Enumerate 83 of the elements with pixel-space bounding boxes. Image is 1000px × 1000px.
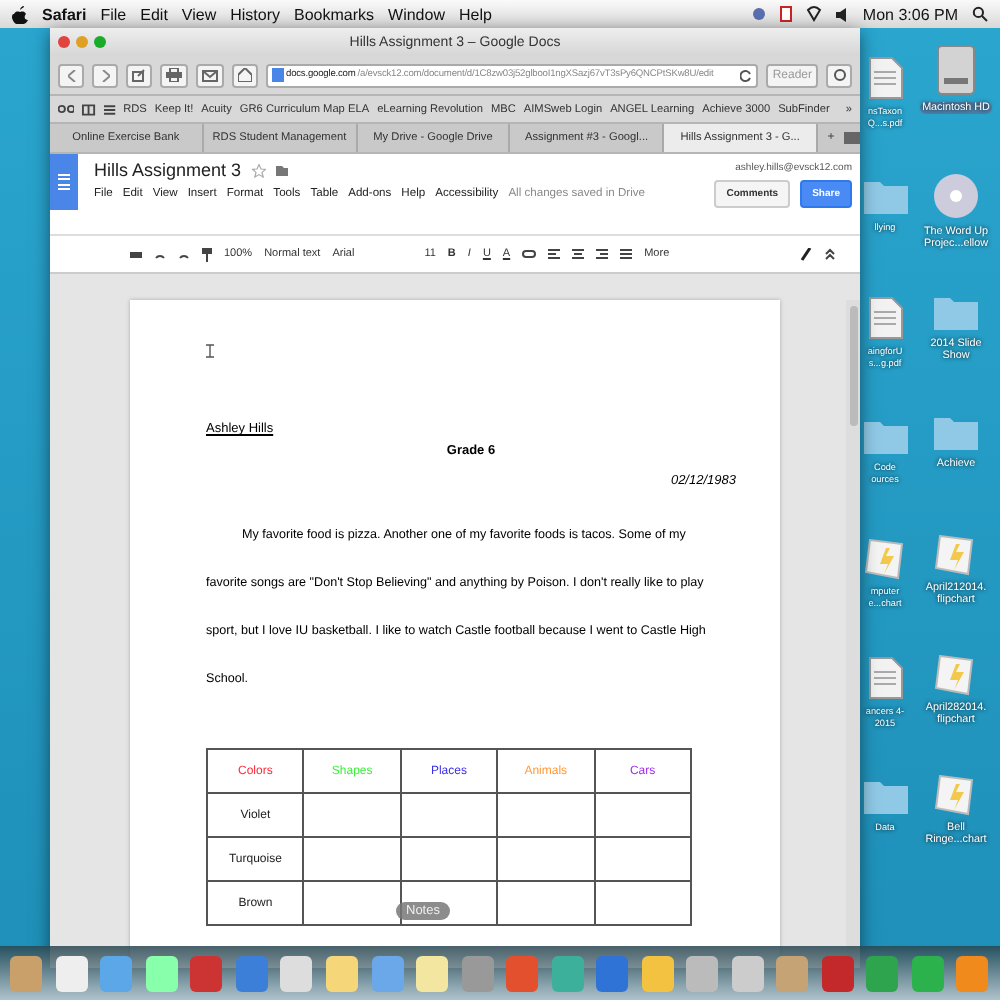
document-icon — [867, 56, 903, 100]
folder-icon — [861, 416, 909, 456]
hard-drive-icon — [934, 44, 978, 96]
document-icon — [867, 296, 903, 340]
collapse-icon — [824, 248, 836, 260]
share-button[interactable] — [126, 63, 152, 87]
folder-icon — [932, 292, 980, 332]
menu-item[interactable]: Safari — [42, 5, 87, 23]
app-icon — [233, 953, 270, 993]
back-button[interactable] — [58, 63, 84, 87]
zoom-button[interactable] — [94, 36, 106, 48]
app-icon — [369, 953, 406, 993]
app-icon — [98, 953, 135, 993]
app-icon — [323, 953, 360, 993]
search-icon — [972, 6, 988, 22]
volume-icon — [836, 7, 849, 21]
document-title[interactable]: Hills Assignment 3 — [94, 160, 242, 180]
forward-icon — [101, 69, 109, 81]
pencil-icon — [800, 247, 812, 261]
align-center-icon — [572, 248, 585, 260]
scroll-thumb[interactable] — [849, 306, 857, 426]
app-icon — [729, 953, 766, 993]
app-icon — [143, 953, 180, 993]
app-icon — [774, 953, 811, 993]
back-icon — [67, 69, 75, 81]
app-icon — [684, 953, 721, 993]
link-icon — [522, 250, 537, 258]
disc-icon — [932, 172, 980, 220]
app-icon — [594, 953, 631, 993]
app-icon — [954, 953, 991, 993]
downloads-button[interactable] — [826, 63, 852, 87]
paint-format-icon — [202, 247, 212, 261]
folder-icon — [275, 164, 288, 176]
minimize-button[interactable] — [76, 36, 88, 48]
menu-item[interactable]: Help — [458, 5, 492, 23]
app-icon — [864, 953, 901, 993]
docs-favicon-icon — [272, 68, 284, 82]
menu-item[interactable]: Edit — [140, 5, 168, 23]
book-icon — [82, 103, 96, 115]
app-icon — [504, 953, 541, 993]
align-right-icon — [596, 248, 609, 260]
text-cursor-icon — [206, 344, 214, 358]
app-icon — [549, 953, 586, 993]
flipchart-icon — [934, 652, 978, 696]
apple-logo-icon — [12, 5, 28, 23]
envelope-icon — [202, 69, 218, 81]
close-button[interactable] — [58, 36, 70, 48]
list-icon — [103, 103, 116, 115]
app-icon — [278, 953, 315, 993]
document-icon — [867, 656, 903, 700]
app-icon — [459, 953, 496, 993]
share-icon — [132, 68, 146, 82]
menu-item[interactable]: Window — [388, 5, 445, 23]
justify-icon — [620, 248, 633, 260]
forward-button[interactable] — [92, 63, 118, 87]
star-icon — [251, 163, 266, 177]
flipchart-icon — [934, 532, 978, 576]
app-icon — [819, 953, 856, 993]
mail-button[interactable] — [196, 63, 224, 87]
home-button[interactable] — [232, 63, 258, 87]
menu-item[interactable]: History — [230, 5, 281, 23]
app-icon — [8, 953, 45, 993]
app-icon — [53, 953, 90, 993]
folder-icon — [861, 776, 909, 816]
flipchart-icon — [934, 772, 978, 816]
reload-icon — [740, 69, 753, 81]
app-icon — [188, 953, 225, 993]
docs-menu-icon[interactable] — [50, 154, 78, 210]
print-button[interactable] — [160, 63, 188, 87]
flipchart-icon — [863, 536, 907, 580]
folder-icon — [861, 176, 909, 216]
app-icon — [639, 953, 676, 993]
wifi-icon — [806, 6, 823, 22]
app-icon — [414, 953, 451, 993]
app-icon — [909, 953, 946, 993]
align-left-icon — [548, 248, 561, 260]
glasses-icon — [58, 104, 75, 114]
menu-item[interactable]: View — [181, 5, 217, 23]
folder-icon — [932, 412, 980, 452]
menu-item[interactable]: File — [100, 5, 127, 23]
menu-item[interactable]: Bookmarks — [294, 5, 375, 23]
clock-text[interactable]: Mon 3:06 PM — [862, 5, 958, 23]
house-icon — [238, 68, 252, 82]
